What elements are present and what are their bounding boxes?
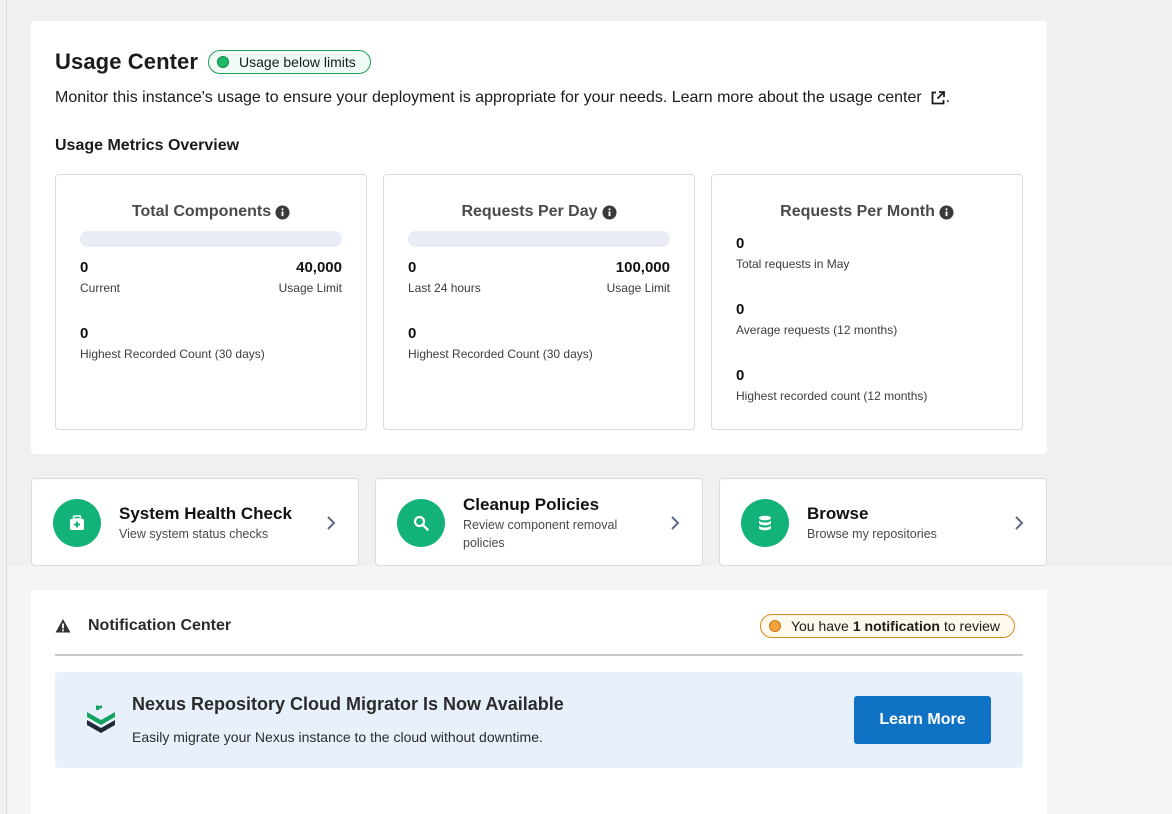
card-title: Requests Per Day: [461, 203, 598, 220]
highest-label: Highest Recorded Count (30 days): [80, 347, 265, 361]
metrics-section-title: Usage Metrics Overview: [55, 137, 240, 154]
info-icon[interactable]: [939, 204, 954, 220]
cleanup-policies-card[interactable]: Cleanup Policies Review component remova…: [375, 478, 703, 566]
chevron-right-icon: [1015, 516, 1024, 530]
external-link-icon[interactable]: [930, 90, 946, 106]
action-icon-circle: [397, 499, 445, 547]
usage-description: Monitor this instance's usage to ensure …: [55, 89, 950, 107]
card-title: Requests Per Month: [780, 203, 935, 220]
action-title: Browse: [807, 504, 869, 523]
medical-kit-icon: [70, 515, 84, 530]
current-label: Last 24 hours: [408, 281, 481, 295]
highest-label: Highest Recorded Count (30 days): [408, 347, 593, 361]
browse-card[interactable]: Browse Browse my repositories: [719, 478, 1047, 566]
usage-title-row: Usage Center Usage below limits: [55, 49, 371, 75]
action-title: Cleanup Policies: [463, 495, 600, 514]
notification-center-panel: Notification Center You have 1 notificat…: [31, 590, 1047, 814]
usage-status-label: Usage below limits: [239, 54, 356, 70]
announcement-subtitle: Easily migrate your Nexus instance to th…: [132, 729, 543, 745]
action-subtitle: Review component removal policies: [463, 518, 618, 550]
search-icon: [413, 515, 429, 531]
info-icon[interactable]: [602, 204, 617, 220]
action-subtitle: View system status checks: [119, 527, 269, 541]
average-requests-label: Average requests (12 months): [736, 323, 898, 337]
highest-recorded-label: Highest recorded count (12 months): [736, 389, 928, 403]
status-dot-icon: [217, 56, 230, 68]
notification-center-title: Notification Center: [88, 617, 232, 634]
action-subtitle: Browse my repositories: [807, 527, 937, 541]
limit-label: Usage Limit: [278, 281, 342, 295]
notification-dot-icon: [768, 620, 781, 632]
current-label: Current: [80, 281, 121, 295]
usage-progress-bar: [408, 231, 670, 247]
nexus-logo-icon: [87, 705, 115, 733]
total-components-card: Total Components 0 40,000 Current Usage …: [55, 174, 367, 430]
page-left-border: [6, 0, 7, 814]
usage-status-badge: Usage below limits: [208, 50, 371, 74]
badge-prefix: You have: [790, 618, 849, 634]
notification-count-badge[interactable]: You have 1 notification to review: [759, 614, 1015, 638]
current-value: 0: [408, 259, 417, 276]
cloud-migrator-announcement: Nexus Repository Cloud Migrator Is Now A…: [55, 672, 1023, 768]
database-icon: [759, 515, 771, 531]
limit-value: 40,000: [296, 259, 342, 276]
usage-description-text: Monitor this instance's usage to ensure …: [55, 89, 922, 106]
chevron-right-icon: [327, 516, 336, 530]
highest-recorded-value: 0: [736, 367, 745, 384]
card-title-row: Requests Per Day: [384, 203, 694, 221]
limit-value: 100,000: [615, 259, 670, 276]
average-requests-value: 0: [736, 301, 745, 318]
card-title-row: Requests Per Month: [712, 203, 1022, 221]
warning-icon: [55, 619, 71, 633]
card-title: Total Components: [131, 203, 272, 220]
highest-value: 0: [80, 325, 89, 342]
badge-suffix: to review: [943, 618, 1000, 634]
learn-more-button[interactable]: Learn More: [854, 696, 991, 744]
highest-value: 0: [408, 325, 417, 342]
usage-center-panel: Usage Center Usage below limits Monitor …: [31, 21, 1047, 454]
usage-progress-bar: [80, 231, 342, 247]
page-title: Usage Center: [55, 49, 199, 74]
chevron-right-icon: [671, 516, 680, 530]
requests-per-day-card: Requests Per Day 0 100,000 Last 24 hours…: [383, 174, 695, 430]
info-icon[interactable]: [275, 204, 290, 220]
requests-per-month-card: Requests Per Month 0 Total requests in M…: [711, 174, 1023, 430]
system-health-check-card[interactable]: System Health Check View system status c…: [31, 478, 359, 566]
action-title: System Health Check: [119, 504, 292, 523]
action-icon-circle: [53, 499, 101, 547]
description-period: .: [945, 89, 951, 106]
total-requests-value: 0: [736, 235, 745, 252]
current-value: 0: [80, 259, 89, 276]
announcement-title: Nexus Repository Cloud Migrator Is Now A…: [132, 694, 564, 714]
limit-label: Usage Limit: [606, 281, 670, 295]
card-title-row: Total Components: [56, 203, 366, 221]
notification-header: Notification Center You have 1 notificat…: [55, 614, 1023, 656]
badge-count: 1 notification: [852, 618, 940, 634]
action-icon-circle: [741, 499, 789, 547]
total-requests-label: Total requests in May: [736, 257, 850, 271]
